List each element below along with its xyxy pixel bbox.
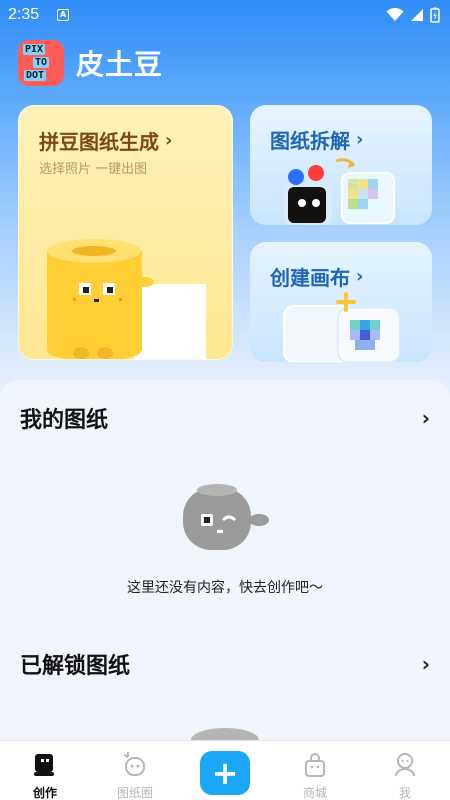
battery-charging-icon [430,7,440,23]
nav-item-create[interactable]: 创作 [0,741,90,800]
logo-text-pix: PIX [23,44,46,55]
app-header: PIX TO DOT 皮土豆 [18,40,163,86]
status-bar: 2:35 A [0,0,450,30]
nav-label-profile: 我 [398,786,411,800]
nav-label-community: 图纸圈 [116,786,153,800]
unlocked-patterns-header[interactable]: 已解锁图纸 › [20,648,430,680]
canvas-illustration [283,292,401,362]
nav-item-community[interactable]: 图纸圈 [90,741,180,800]
disassemble-illustration [284,158,395,225]
my-patterns-header[interactable]: 我的图纸 › [20,402,430,434]
disassemble-pattern-card[interactable]: 图纸拆解 › [250,105,432,225]
empty-state-mascot [183,484,269,550]
my-patterns-title: 我的图纸 [20,408,109,433]
create-icon [31,751,59,779]
nav-item-profile[interactable]: 我 [360,741,450,800]
generate-pattern-card[interactable]: 拼豆图纸生成 › 选择照片 一键出图 [18,105,233,360]
bottom-navigation: 创作 图纸圈 + 商城 我 [0,740,450,800]
logo-text-to: TO [33,57,50,68]
create-canvas-card[interactable]: 创建画布 › [250,242,432,362]
unlocked-patterns-title: 已解锁图纸 [20,654,131,679]
nav-label-create: 创作 [32,786,57,800]
profile-icon [391,751,419,779]
nav-item-shop[interactable]: 商城 [270,741,360,800]
content-sheet: 我的图纸 › 这里还没有内容，快去创作吧～ 已解锁图纸 › [0,380,450,740]
nav-label-shop: 商城 [302,786,327,800]
pix-to-dot-logo: PIX TO DOT [18,40,64,86]
yellow-mascot-illustration [47,239,206,359]
a-notification-icon: A [57,9,70,21]
empty-state-text: 这里还没有内容，快去创作吧～ [127,580,323,596]
unlocked-empty-mascot-partial [191,728,259,740]
logo-text-dot: DOT [24,70,47,81]
shop-bag-icon [301,751,329,779]
chevron-right-icon[interactable]: › [422,406,430,430]
cell-signal-icon [411,9,423,21]
status-time: 2:35 [8,6,40,23]
add-icon[interactable]: + [200,751,250,795]
wifi-icon [386,8,404,21]
app-title: 皮土豆 [76,48,164,81]
nav-item-add[interactable]: + [180,741,270,800]
chevron-right-icon[interactable]: › [422,652,430,676]
community-icon [121,751,149,779]
